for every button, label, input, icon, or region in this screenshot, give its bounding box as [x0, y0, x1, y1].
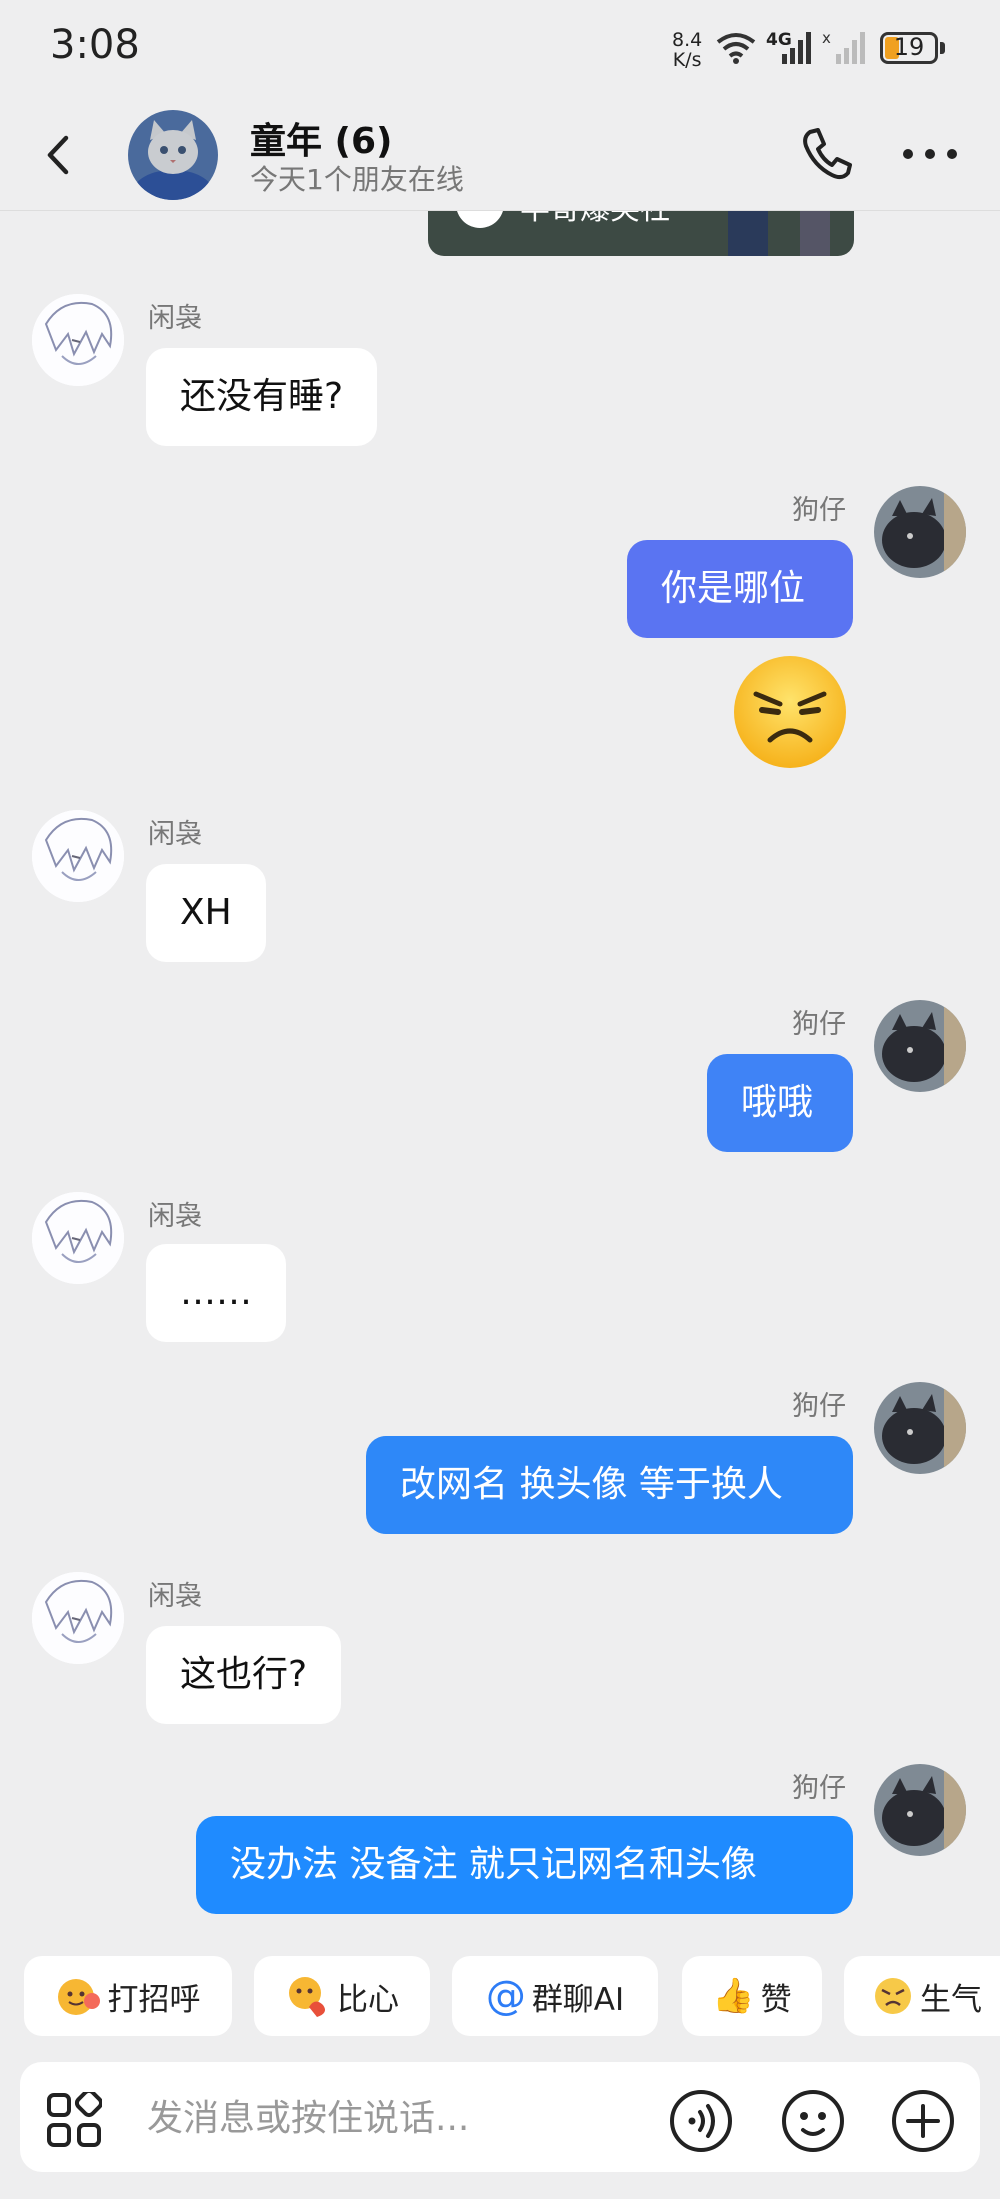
- sender-name: 狗仔: [792, 1773, 846, 1804]
- avatar[interactable]: [874, 486, 966, 578]
- sender-name: 狗仔: [792, 495, 846, 526]
- sender-name: 闲袅: [148, 303, 202, 334]
- online-status: 今天1个朋友在线: [250, 163, 464, 196]
- more-icon[interactable]: [900, 136, 960, 172]
- at-sign-icon: @: [485, 1973, 526, 2019]
- avatar[interactable]: [32, 810, 124, 902]
- message-bubble[interactable]: 哦哦: [707, 1054, 853, 1152]
- avatar[interactable]: [874, 1000, 966, 1092]
- voice-icon[interactable]: [668, 2088, 734, 2154]
- quick-action-label: 比心: [337, 1981, 399, 2018]
- quick-action-group-ai[interactable]: @ 群聊AI: [452, 1956, 658, 2036]
- network-speed-unit: K/s: [672, 49, 702, 71]
- wave-emoji-icon: [57, 1979, 100, 2015]
- message-bubble[interactable]: ……: [146, 1244, 286, 1342]
- chat-header: 童年 (6) 今天1个朋友在线: [0, 100, 1000, 211]
- network-speed-value: 8.4: [672, 29, 703, 51]
- angry-emoji-sticker[interactable]: [728, 652, 852, 770]
- sender-name: 狗仔: [792, 1391, 846, 1422]
- message-bubble[interactable]: XH: [146, 864, 266, 962]
- quick-action-label: 赞: [760, 1981, 792, 2018]
- quick-action-greet[interactable]: 打招呼: [24, 1956, 232, 2036]
- phone-icon[interactable]: [796, 124, 856, 184]
- message-bubble[interactable]: 这也行?: [146, 1626, 342, 1724]
- battery-level: 19: [893, 33, 925, 61]
- avatar[interactable]: [874, 1764, 966, 1856]
- message-input[interactable]: [145, 2086, 649, 2150]
- svg-text:x: x: [822, 30, 831, 47]
- avatar[interactable]: [32, 1192, 124, 1284]
- quick-action-label: 生气: [920, 1981, 982, 2018]
- sender-name: 闲袅: [148, 1201, 202, 1232]
- signal-no-service-icon: x: [822, 30, 865, 64]
- signal-icon: [782, 32, 811, 64]
- back-icon[interactable]: [40, 132, 80, 178]
- message-bubble[interactable]: 你是哪位: [627, 540, 853, 638]
- quick-action-angry[interactable]: 生气: [844, 1956, 1000, 2036]
- quick-action-label: 群聊AI: [531, 1981, 625, 2018]
- heart-hands-emoji-icon: [289, 1977, 325, 2017]
- group-title: 童年 (6): [250, 121, 393, 162]
- avatar[interactable]: [32, 294, 124, 386]
- message-bubble[interactable]: 没办法 没备注 就只记网名和头像: [196, 1816, 853, 1914]
- sender-name: 闲袅: [148, 819, 202, 850]
- apps-grid-icon[interactable]: [46, 2092, 102, 2148]
- status-time: 3:08: [50, 22, 140, 68]
- sender-name: 闲袅: [148, 1581, 202, 1612]
- message-bubble[interactable]: 还没有睡?: [146, 348, 378, 446]
- input-bar: [20, 2062, 980, 2172]
- thumbs-up-icon: 👍: [712, 1976, 755, 2016]
- avatar[interactable]: [32, 1572, 124, 1664]
- status-bar: 3:08 8.4 K/s 4G x 19: [0, 0, 1000, 100]
- quick-action-like[interactable]: 👍 赞: [682, 1956, 822, 2036]
- network-speed: 8.4 K/s: [672, 30, 702, 70]
- emoji-icon[interactable]: [780, 2088, 846, 2154]
- group-avatar[interactable]: [128, 110, 218, 200]
- plus-icon[interactable]: [890, 2088, 956, 2154]
- quick-actions: 打招呼 比心 @ 群聊AI 👍 赞 生气: [0, 1956, 1000, 2038]
- battery-icon: 19: [880, 32, 938, 64]
- avatar[interactable]: [874, 1382, 966, 1474]
- wifi-icon: [716, 33, 756, 64]
- sender-name: 狗仔: [792, 1009, 846, 1040]
- quick-action-label: 打招呼: [107, 1981, 201, 2018]
- quick-action-heart[interactable]: 比心: [254, 1956, 430, 2036]
- message-bubble[interactable]: 改网名 换头像 等于换人: [366, 1436, 853, 1534]
- angry-emoji-icon: [875, 1978, 911, 2014]
